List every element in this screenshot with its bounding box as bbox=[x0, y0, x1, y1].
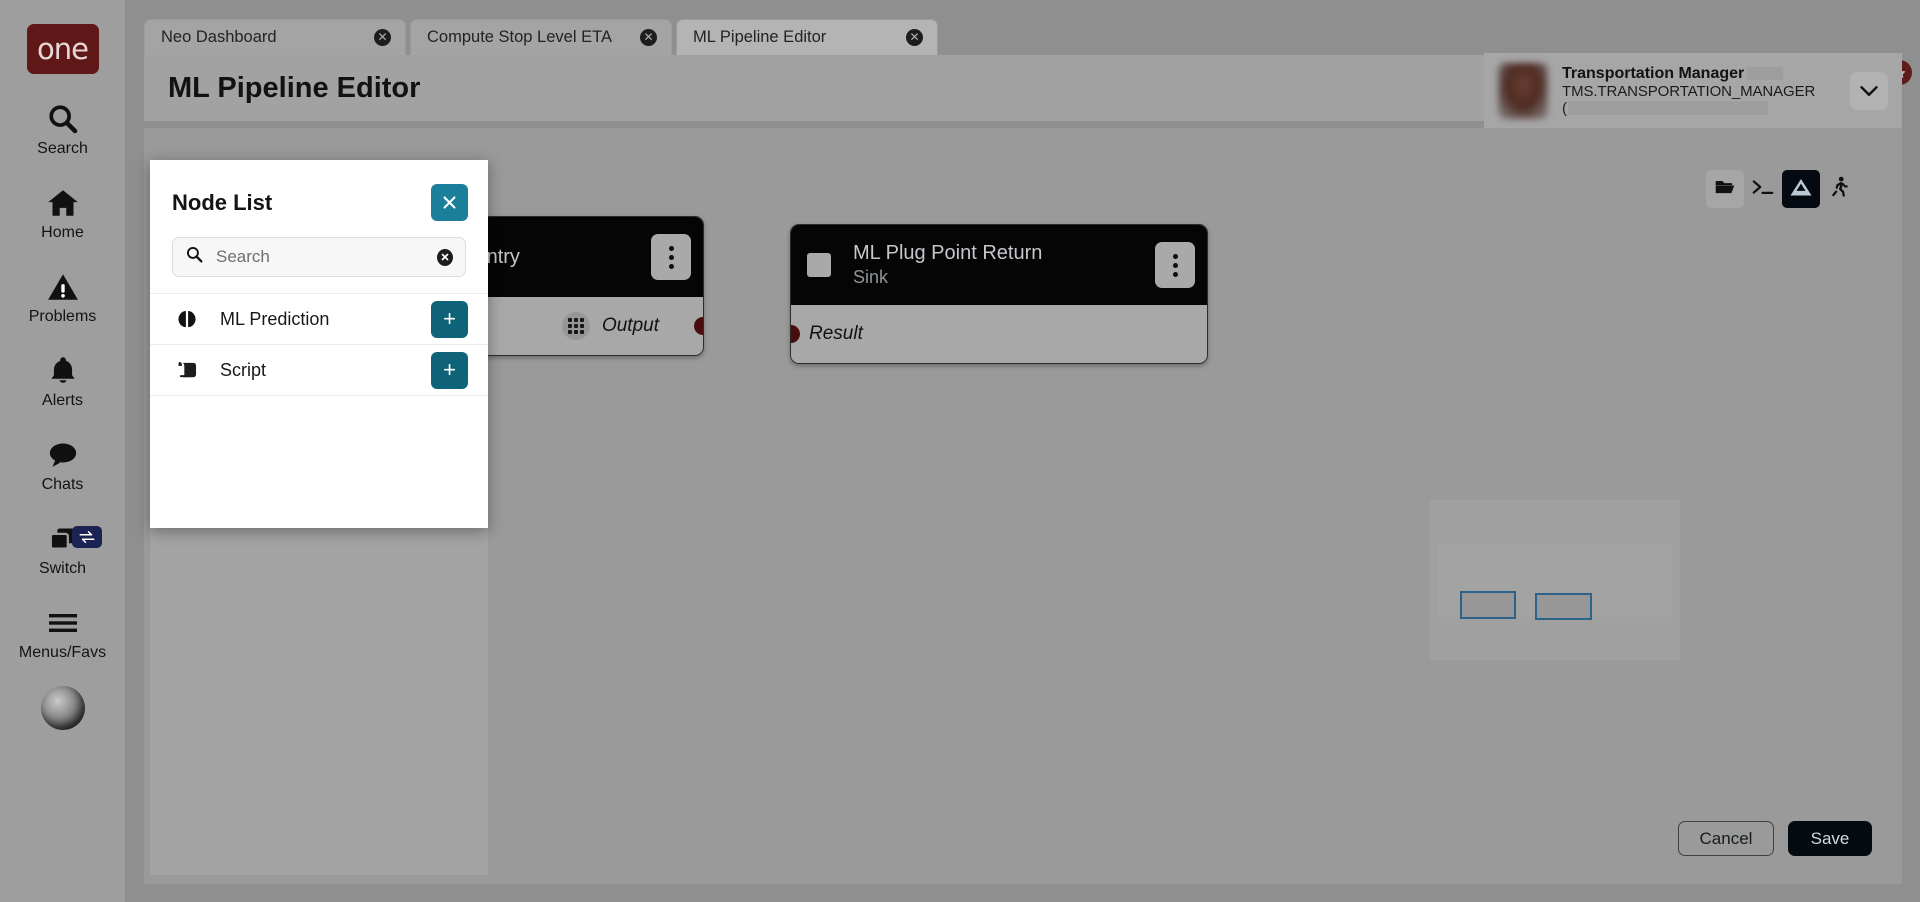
node-menu-button[interactable] bbox=[651, 234, 691, 280]
open-folder-button[interactable] bbox=[1706, 170, 1744, 208]
sidebar-item-chats[interactable]: Chats bbox=[0, 436, 126, 494]
node-list-item-script[interactable]: Script + bbox=[150, 344, 488, 395]
minimap-node bbox=[1460, 591, 1516, 619]
user-org: ( bbox=[1562, 100, 1850, 117]
search-input[interactable] bbox=[216, 247, 437, 267]
port-connector-dot[interactable] bbox=[791, 325, 800, 343]
canvas-minimap[interactable] bbox=[1430, 500, 1680, 660]
tab-label: ML Pipeline Editor bbox=[693, 28, 827, 46]
sidebar-item-label: Alerts bbox=[42, 392, 83, 409]
sidebar-item-switch[interactable]: Switch bbox=[0, 520, 126, 578]
node-list-search-wrap bbox=[150, 229, 488, 293]
avatar bbox=[1498, 62, 1548, 119]
footer-actions: Cancel Save bbox=[1678, 821, 1872, 856]
node-menu-button[interactable] bbox=[1155, 242, 1195, 288]
brand-logo-text: one bbox=[37, 32, 89, 66]
tab-label: Compute Stop Level ETA bbox=[427, 28, 612, 46]
node-list-header: Node List bbox=[150, 160, 488, 229]
sidebar-item-label: Problems bbox=[28, 308, 97, 325]
user-login: TMS.TRANSPORTATION_MANAGER bbox=[1562, 82, 1816, 100]
node-list-item-ml-prediction[interactable]: ML Prediction + bbox=[150, 293, 488, 344]
terminal-icon bbox=[1751, 177, 1775, 202]
home-icon bbox=[46, 184, 80, 222]
node-port-label: Output bbox=[601, 315, 659, 336]
user-text: Transportation Manager TMS.TRANSPORTATIO… bbox=[1562, 65, 1850, 117]
swap-arrows-icon[interactable] bbox=[71, 526, 102, 548]
sidebar-item-problems[interactable]: Problems bbox=[0, 268, 126, 326]
tab-ml-pipeline-editor[interactable]: ML Pipeline Editor ✕ bbox=[676, 19, 938, 55]
rail-user-avatar[interactable] bbox=[40, 686, 85, 730]
node-list-empty-area bbox=[150, 395, 488, 447]
node-list-item-label: ML Prediction bbox=[220, 308, 330, 329]
search-icon bbox=[46, 100, 80, 138]
sidebar-item-alerts[interactable]: Alerts bbox=[0, 352, 126, 410]
user-org-prefix: ( bbox=[1562, 99, 1567, 117]
hamburger-icon bbox=[46, 604, 80, 642]
sidebar-item-label: Menus/Favs bbox=[18, 644, 107, 661]
sidebar-item-home[interactable]: Home bbox=[0, 184, 126, 242]
redacted-block bbox=[1747, 67, 1784, 80]
node-title: ML Plug Point Return bbox=[853, 242, 1043, 264]
grid-icon bbox=[561, 312, 590, 340]
node-card[interactable]: ML Plug Point Return Sink Result bbox=[790, 224, 1208, 364]
search-icon bbox=[185, 245, 204, 269]
clear-search-icon[interactable] bbox=[437, 248, 453, 266]
layout-button[interactable] bbox=[1782, 170, 1820, 208]
warning-triangle-icon bbox=[46, 268, 80, 306]
close-icon[interactable]: ✕ bbox=[640, 29, 657, 46]
minimap-viewport bbox=[1438, 545, 1672, 620]
redacted-block bbox=[1568, 101, 1768, 115]
node-subtitle: Sink bbox=[853, 267, 889, 287]
node-header: ML Plug Point Return Sink bbox=[791, 225, 1207, 305]
node-port-row: Result bbox=[791, 305, 1207, 363]
cancel-button[interactable]: Cancel bbox=[1678, 821, 1774, 856]
sidebar-item-label: Chats bbox=[41, 476, 84, 493]
node-port-label: Result bbox=[809, 323, 863, 344]
node-type-chip bbox=[807, 253, 831, 277]
chat-bubble-icon bbox=[46, 436, 80, 474]
sidebar-item-label: Home bbox=[41, 224, 84, 241]
sidebar-item-search[interactable]: Search bbox=[0, 100, 126, 158]
close-icon[interactable]: ✕ bbox=[374, 29, 391, 46]
minimap-node bbox=[1535, 593, 1592, 620]
sidebar-item-label: Switch bbox=[38, 560, 87, 577]
runner-icon bbox=[1829, 176, 1849, 203]
brand-logo[interactable]: one bbox=[26, 24, 99, 74]
close-icon bbox=[443, 196, 456, 209]
close-icon[interactable]: ✕ bbox=[906, 29, 923, 46]
sidebar-item-menus-favs[interactable]: Menus/Favs bbox=[0, 604, 126, 662]
node-list-dialog: Node List ML Prediction + Script + bbox=[150, 160, 488, 528]
folder-open-icon bbox=[1714, 177, 1736, 202]
run-button[interactable] bbox=[1820, 170, 1858, 208]
canvas-toolbar bbox=[1706, 170, 1858, 208]
user-profile-block[interactable]: Transportation Manager TMS.TRANSPORTATIO… bbox=[1484, 53, 1902, 128]
bell-icon bbox=[46, 352, 80, 390]
user-role: Transportation Manager bbox=[1562, 65, 1850, 83]
tab-compute-stop-level-eta[interactable]: Compute Stop Level ETA ✕ bbox=[410, 19, 672, 55]
tab-strip: Neo Dashboard ✕ Compute Stop Level ETA ✕… bbox=[126, 0, 1920, 55]
page-title: ML Pipeline Editor bbox=[168, 71, 421, 104]
chevron-down-icon[interactable] bbox=[1850, 71, 1888, 110]
save-button[interactable]: Save bbox=[1788, 821, 1872, 856]
node-list-item-label: Script bbox=[220, 359, 267, 380]
search-field[interactable] bbox=[172, 237, 466, 277]
close-button[interactable] bbox=[431, 184, 468, 221]
add-node-button[interactable]: + bbox=[431, 300, 468, 338]
node-list-title: Node List bbox=[172, 189, 273, 215]
brain-icon bbox=[174, 309, 200, 329]
node-titles: ML Plug Point Return Sink bbox=[853, 242, 1155, 288]
sidebar-item-label: Search bbox=[37, 140, 88, 157]
tab-label: Neo Dashboard bbox=[161, 28, 277, 46]
add-node-button[interactable]: + bbox=[431, 351, 468, 389]
tab-neo-dashboard[interactable]: Neo Dashboard ✕ bbox=[144, 19, 406, 55]
scroll-icon bbox=[174, 360, 200, 380]
left-nav-rail: one Search Home Problems Alerts Chats Sw… bbox=[0, 0, 126, 902]
triangle-icon bbox=[1789, 177, 1813, 202]
user-role-label: Transportation Manager bbox=[1562, 64, 1745, 82]
port-connector-dot[interactable] bbox=[694, 317, 703, 335]
console-button[interactable] bbox=[1744, 170, 1782, 208]
